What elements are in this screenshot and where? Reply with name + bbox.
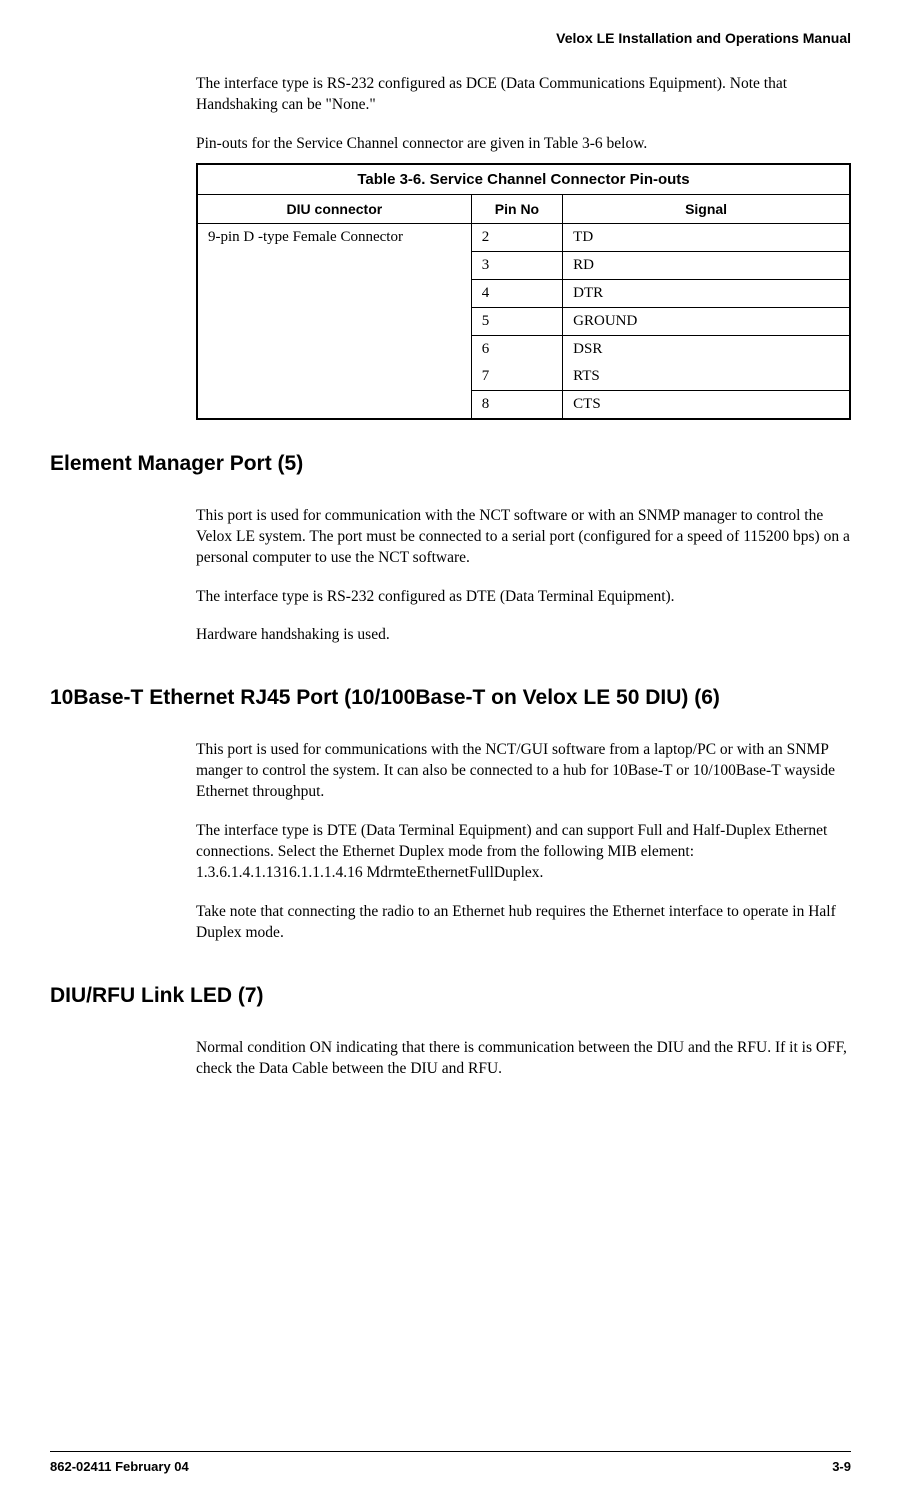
intro-paragraph-1: The interface type is RS-232 configured … <box>196 74 851 116</box>
page-header-title: Velox LE Installation and Operations Man… <box>50 30 851 46</box>
page-footer: 862-02411 February 04 3-9 <box>50 1458 851 1474</box>
section2-paragraph-2: The interface type is DTE (Data Terminal… <box>196 821 851 884</box>
signal-cell: GROUND <box>563 307 850 335</box>
footer-rule <box>50 1451 851 1452</box>
footer-doc-id: 862-02411 February 04 <box>50 1459 189 1474</box>
signal-cell: DSR <box>563 335 850 363</box>
pin-cell: 3 <box>471 251 562 279</box>
pin-cell: 2 <box>471 223 562 251</box>
pin-cell: 4 <box>471 279 562 307</box>
pin-cell: 8 <box>471 390 562 419</box>
intro-paragraph-2: Pin-outs for the Service Channel connect… <box>196 134 851 155</box>
table-header-pin: Pin No <box>471 194 562 223</box>
table-header-row: DIU connector Pin No Signal <box>197 194 850 223</box>
table-caption: Table 3-6. Service Channel Connector Pin… <box>197 164 850 195</box>
section1-paragraph-2: The interface type is RS-232 configured … <box>196 587 851 608</box>
signal-cell: CTS <box>563 390 850 419</box>
connector-cell: 9-pin D -type Female Connector <box>197 223 471 419</box>
section2-paragraph-3: Take note that connecting the radio to a… <box>196 902 851 944</box>
table-row: 9-pin D -type Female Connector 2 TD <box>197 223 850 251</box>
table-caption-row: Table 3-6. Service Channel Connector Pin… <box>197 164 850 195</box>
section-heading-element-manager: Element Manager Port (5) <box>50 452 851 476</box>
pin-cell: 6 <box>471 335 562 363</box>
signal-cell: RTS <box>563 363 850 391</box>
signal-cell: TD <box>563 223 850 251</box>
table-header-connector: DIU connector <box>197 194 471 223</box>
table-header-signal: Signal <box>563 194 850 223</box>
pin-cell: 7 <box>471 363 562 391</box>
footer-page-number: 3-9 <box>832 1459 851 1474</box>
section3-paragraph-1: Normal condition ON indicating that ther… <box>196 1038 851 1080</box>
section1-paragraph-1: This port is used for communication with… <box>196 506 851 569</box>
section-heading-link-led: DIU/RFU Link LED (7) <box>50 984 851 1008</box>
signal-cell: DTR <box>563 279 850 307</box>
signal-cell: RD <box>563 251 850 279</box>
pinout-table: Table 3-6. Service Channel Connector Pin… <box>196 163 851 420</box>
section1-paragraph-3: Hardware handshaking is used. <box>196 625 851 646</box>
section-heading-ethernet: 10Base-T Ethernet RJ45 Port (10/100Base-… <box>50 686 851 710</box>
section2-paragraph-1: This port is used for communications wit… <box>196 740 851 803</box>
pin-cell: 5 <box>471 307 562 335</box>
